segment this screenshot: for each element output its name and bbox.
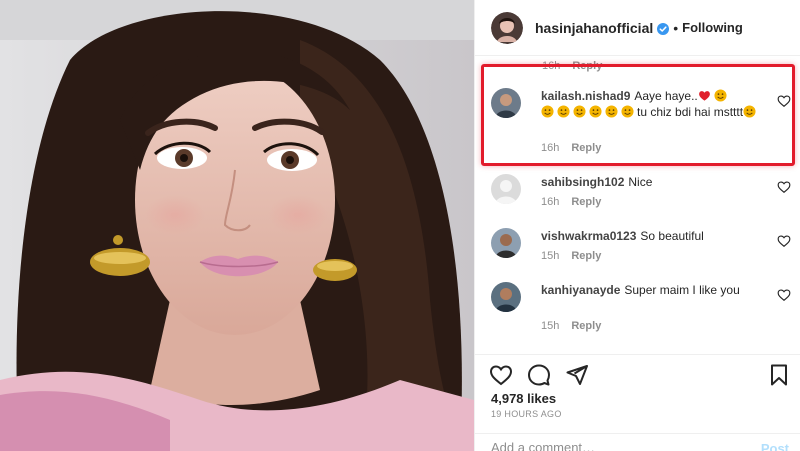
commenter-avatar[interactable]	[491, 174, 521, 204]
previous-comment-reply[interactable]: Reply	[572, 60, 602, 72]
reply-button[interactable]: Reply	[571, 142, 601, 154]
comments-list[interactable]: 16h Reply kailash.nishad9 Aaye haye.. tu c…	[475, 56, 800, 354]
header-separator: •	[673, 19, 679, 36]
post-side-panel: hasinjahanofficial • Following 16h Reply …	[474, 0, 800, 451]
add-comment-bar: Post	[475, 433, 800, 451]
reply-button[interactable]: Reply	[571, 320, 601, 332]
following-button[interactable]: Following	[682, 20, 743, 35]
commenter-username[interactable]: kailash.nishad9	[541, 89, 630, 103]
face-emoji-icon	[541, 105, 554, 118]
face-emoji-icon	[557, 105, 570, 118]
face-emoji-icon	[621, 105, 634, 118]
author-username[interactable]: hasinjahanofficial	[535, 20, 653, 36]
author-avatar[interactable]	[491, 11, 523, 44]
likes-count[interactable]: 4,978 likes	[491, 391, 556, 406]
comment-text: kanhiyanayde Super maim I like you	[541, 282, 763, 298]
portrait-photo	[0, 0, 474, 451]
comment-time: 15h	[541, 250, 560, 262]
comment-text-part: Nice	[628, 175, 653, 189]
comment-item: sahibsingh102 Nice 16h Reply	[491, 174, 791, 214]
comment-text-part: tu chiz bdi hai mstttt	[637, 105, 744, 119]
commenter-username[interactable]: vishwakrma0123	[541, 229, 636, 243]
comment-meta: 16h Reply	[541, 196, 601, 208]
face-emoji-icon	[743, 105, 756, 118]
comment-time: 15h	[541, 320, 560, 332]
commenter-avatar[interactable]	[491, 228, 521, 258]
comment-meta: 15h Reply	[541, 250, 601, 262]
comment-time: 16h	[541, 196, 560, 208]
comment-text-part: So beautiful	[640, 229, 704, 243]
commenter-avatar[interactable]	[491, 88, 521, 118]
face-emoji-icon	[714, 89, 727, 102]
like-heart-icon[interactable]	[489, 363, 513, 387]
comment-item: kanhiyanayde Super maim I like you 15h Rep…	[491, 282, 791, 338]
face-emoji-icon	[605, 105, 618, 118]
share-paper-plane-icon[interactable]	[565, 363, 589, 387]
face-emoji-icon	[589, 105, 602, 118]
commenter-username[interactable]: kanhiyanayde	[541, 283, 620, 297]
comment-text-part: Aaye haye..	[634, 89, 698, 103]
red-heart-emoji-icon	[698, 91, 710, 101]
verified-badge-icon	[657, 22, 670, 35]
post-photo[interactable]	[0, 0, 474, 451]
like-comment-heart-icon[interactable]	[777, 288, 791, 302]
comment-text: kailash.nishad9 Aaye haye.. tu chiz bdi h…	[541, 88, 763, 120]
comment-text: sahibsingh102 Nice	[541, 174, 763, 190]
like-comment-heart-icon[interactable]	[777, 234, 791, 248]
comment-text-part: Super maim I like you	[624, 283, 740, 297]
previous-comment-time: 16h	[542, 60, 561, 72]
reply-button[interactable]: Reply	[571, 250, 601, 262]
comment-bubble-icon[interactable]	[527, 363, 551, 387]
comment-item: vishwakrma0123 So beautiful 15h Reply	[491, 228, 791, 268]
reply-button[interactable]: Reply	[571, 196, 601, 208]
like-comment-heart-icon[interactable]	[777, 94, 791, 108]
post-actions: 4,978 likes 19 HOURS AGO Post	[475, 354, 800, 451]
previous-comment-meta: 16h Reply	[542, 60, 602, 72]
save-bookmark-icon[interactable]	[767, 363, 791, 387]
post-header: hasinjahanofficial • Following	[475, 0, 800, 56]
commenter-avatar[interactable]	[491, 282, 521, 312]
commenter-username[interactable]: sahibsingh102	[541, 175, 624, 189]
comment-meta: 15h Reply	[541, 320, 601, 332]
comment-item: kailash.nishad9 Aaye haye.. tu chiz bdi h…	[491, 88, 791, 162]
like-comment-heart-icon[interactable]	[777, 180, 791, 194]
comment-text: vishwakrma0123 So beautiful	[541, 228, 763, 244]
comment-time: 16h	[541, 142, 560, 154]
add-comment-input[interactable]	[491, 440, 731, 451]
post-timestamp: 19 HOURS AGO	[491, 409, 562, 419]
face-emoji-icon	[573, 105, 586, 118]
post-comment-button[interactable]: Post	[761, 441, 789, 451]
comment-meta: 16h Reply	[541, 142, 601, 154]
